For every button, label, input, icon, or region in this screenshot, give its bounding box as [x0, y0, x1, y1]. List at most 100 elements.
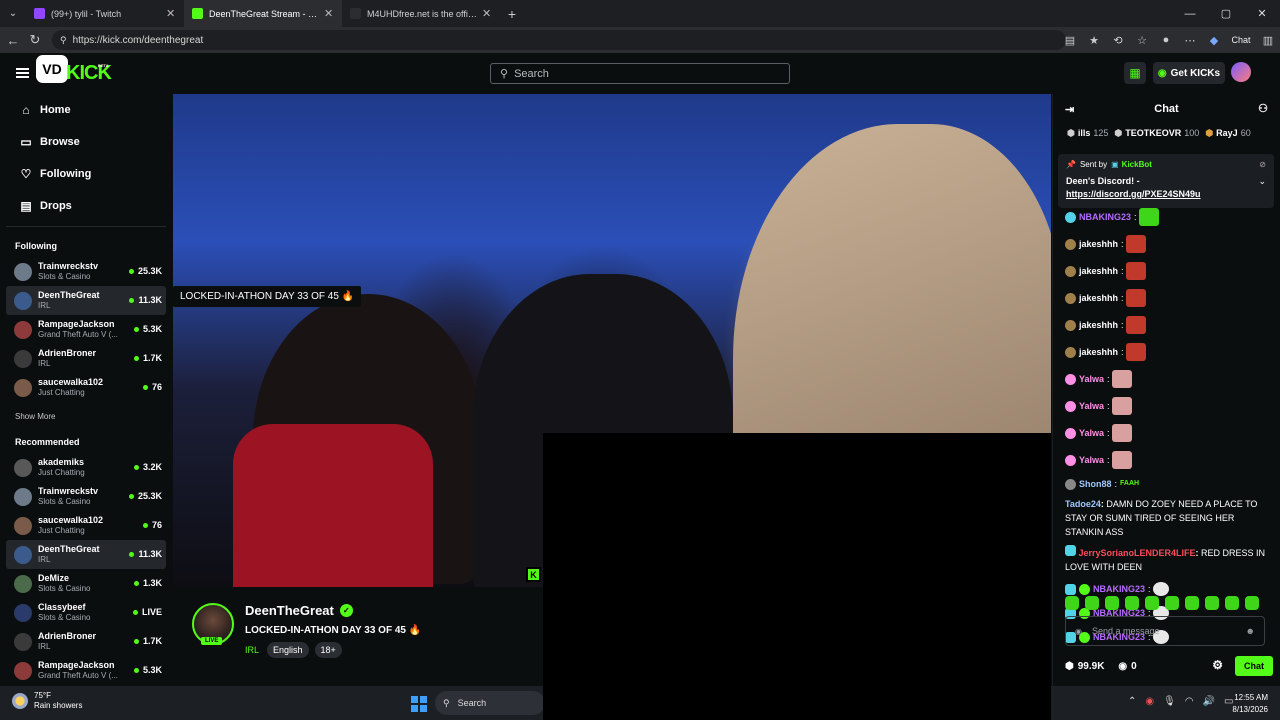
- chat-users-icon[interactable]: ⚇: [1258, 102, 1268, 115]
- recommended-heading: Recommended: [15, 437, 80, 447]
- nav-drops[interactable]: ▤ Drops: [0, 190, 172, 222]
- sidebar-channel[interactable]: akademiks Just Chatting 3.2K: [6, 453, 166, 482]
- quick-emote[interactable]: [1205, 596, 1219, 610]
- clock[interactable]: 12:55 AM 8/13/2026: [1232, 692, 1268, 716]
- favorite-star-icon[interactable]: ★: [1082, 34, 1106, 47]
- copilot-icon[interactable]: ◆: [1202, 34, 1226, 47]
- chat-username[interactable]: jakeshhh: [1079, 265, 1118, 277]
- sidebar-channel[interactable]: saucewalka102 Just Chatting 76: [6, 373, 166, 402]
- wifi-icon[interactable]: ◠: [1185, 696, 1194, 707]
- browser-tab[interactable]: M4UHDfree.net is the official home ✕: [342, 0, 500, 27]
- expand-pin-icon[interactable]: ⌄: [1258, 176, 1266, 187]
- store-icon[interactable]: ▦: [1124, 62, 1146, 84]
- points-value: 99.9K: [1077, 660, 1105, 672]
- chat-settings-icon[interactable]: ⚙: [1212, 658, 1223, 672]
- chat-username[interactable]: Yalwa: [1079, 427, 1104, 439]
- chat-emote: [1152, 582, 1169, 596]
- chat-username[interactable]: jakeshhh: [1079, 238, 1118, 250]
- chat-username[interactable]: Yalwa: [1079, 400, 1104, 412]
- sidebar-channel[interactable]: saucewalka102 Just Chatting 76: [6, 511, 166, 540]
- url-field[interactable]: ⚲ https://kick.com/deenthegreat: [52, 30, 1066, 50]
- chat-input[interactable]: ◉ Send a message ☻: [1065, 616, 1265, 646]
- new-tab-icon[interactable]: +: [500, 6, 524, 22]
- send-chat-button[interactable]: Chat: [1235, 656, 1273, 676]
- quick-emote[interactable]: [1125, 596, 1139, 610]
- quick-emote[interactable]: [1145, 596, 1159, 610]
- sidebar-channel[interactable]: DeenTheGreat IRL 11.3K: [6, 540, 166, 569]
- refresh-icon[interactable]: ↻: [24, 32, 46, 48]
- show-more-link[interactable]: Show More: [0, 402, 172, 425]
- close-window-icon[interactable]: ✕: [1244, 7, 1280, 20]
- nav-home[interactable]: ⌂ Home: [0, 94, 172, 126]
- streamer-name[interactable]: DeenTheGreat: [245, 603, 334, 618]
- nav-browse[interactable]: ▭ Browse: [0, 126, 172, 158]
- collections-icon[interactable]: ☆: [1130, 34, 1154, 47]
- minimize-icon[interactable]: —: [1172, 8, 1208, 20]
- menu-icon[interactable]: [16, 68, 29, 78]
- chat-username[interactable]: Yalwa: [1079, 454, 1104, 466]
- chat-username[interactable]: jakeshhh: [1079, 292, 1118, 304]
- reader-icon[interactable]: ▤: [1058, 34, 1082, 47]
- chat-username[interactable]: NBAKING23: [1093, 583, 1145, 595]
- channel-logo-badge[interactable]: VD: [36, 55, 68, 83]
- tag-mature[interactable]: 18+: [314, 642, 342, 658]
- sidebar-channel[interactable]: AdrienBroner IRL 1.7K: [6, 627, 166, 656]
- sidebar-channel[interactable]: Classybeef Slots & Casino LIVE: [6, 598, 166, 627]
- weather-widget[interactable]: 75°F Rain showers: [12, 691, 82, 711]
- sidebar-channel[interactable]: Trainwreckstv Slots & Casino 25.3K: [6, 257, 166, 286]
- quick-emote[interactable]: [1105, 596, 1119, 610]
- browser-tab[interactable]: (99+) tylil - Twitch ✕: [26, 0, 184, 27]
- sidebar-channel[interactable]: DeMize Slots & Casino 1.3K: [6, 569, 166, 598]
- collapse-chat-icon[interactable]: ⇥: [1065, 103, 1074, 116]
- chat-username[interactable]: jakeshhh: [1079, 346, 1118, 358]
- get-kicks-button[interactable]: ◉ Get KICKs: [1153, 62, 1225, 84]
- hide-pin-icon[interactable]: ⊘: [1259, 160, 1266, 169]
- pinned-message[interactable]: 📌 Sent by ▣ KickBot ⊘ Deen's Discord! - …: [1058, 154, 1274, 208]
- chat-username[interactable]: Yalwa: [1079, 373, 1104, 385]
- quick-emote[interactable]: [1245, 596, 1259, 610]
- profile-avatar[interactable]: ●: [1154, 34, 1178, 46]
- sidebar-channel[interactable]: RampageJackson Grand Theft Auto V (... 5.3…: [6, 656, 166, 685]
- quick-emote[interactable]: [1185, 596, 1199, 610]
- user-avatar[interactable]: [1231, 62, 1251, 82]
- emoji-icon[interactable]: ☻: [1246, 626, 1255, 636]
- microphone-icon[interactable]: 🎙: [1163, 696, 1176, 707]
- stream-category[interactable]: IRL: [245, 645, 259, 655]
- tray-app-icon[interactable]: ◉: [1145, 696, 1154, 707]
- maximize-icon[interactable]: ▢: [1208, 7, 1244, 20]
- sidebar-toggle-icon[interactable]: ▥: [1256, 34, 1280, 47]
- back-icon[interactable]: ←: [2, 33, 24, 48]
- close-tab-icon[interactable]: ✕: [166, 7, 176, 20]
- discord-link[interactable]: https://discord.gg/PXE24SN49u: [1066, 188, 1266, 201]
- tag-language[interactable]: English: [267, 642, 309, 658]
- sidebar-channel[interactable]: DeenTheGreat IRL 11.3K: [6, 286, 166, 315]
- site-info-icon[interactable]: ⚲: [60, 35, 67, 46]
- chat-username[interactable]: NBAKING23: [1079, 211, 1131, 223]
- nav-following[interactable]: ♡ Following: [0, 158, 172, 190]
- copilot-chat-label[interactable]: Chat: [1226, 35, 1256, 45]
- tab-list-icon[interactable]: ⌄: [0, 8, 26, 19]
- quick-emote[interactable]: [1225, 596, 1239, 610]
- close-tab-icon[interactable]: ✕: [482, 7, 492, 20]
- tray-chevron-icon[interactable]: ⌃: [1128, 696, 1136, 707]
- close-tab-icon[interactable]: ✕: [324, 7, 334, 20]
- extensions-icon[interactable]: ⟲: [1106, 34, 1130, 47]
- sidebar-channel[interactable]: AdrienBroner IRL 1.7K: [6, 344, 166, 373]
- chat-username[interactable]: JerrySorianoLENDER4LIFE: [1079, 548, 1196, 558]
- volume-icon[interactable]: 🔊: [1203, 696, 1215, 707]
- quick-emote[interactable]: [1065, 596, 1079, 610]
- more-icon[interactable]: ⋯: [1178, 34, 1202, 47]
- browser-tab[interactable]: DeenTheGreat Stream - Watch Live on Kick…: [184, 0, 342, 27]
- kicks-balance[interactable]: ◉ 0: [1118, 661, 1136, 672]
- chat-username[interactable]: Tadoe24: [1065, 499, 1101, 509]
- chat-username[interactable]: jakeshhh: [1079, 319, 1118, 331]
- channel-points[interactable]: ⬢ 99.9K: [1065, 661, 1104, 672]
- chat-username[interactable]: Shon88: [1079, 478, 1112, 490]
- taskbar-search[interactable]: ⚲ Search: [435, 691, 545, 715]
- sidebar-channel[interactable]: Trainwreckstv Slots & Casino 25.3K: [6, 482, 166, 511]
- start-button-icon[interactable]: [411, 696, 427, 712]
- quick-emote[interactable]: [1165, 596, 1179, 610]
- search-input[interactable]: ⚲ Search: [490, 63, 790, 84]
- quick-emote[interactable]: [1085, 596, 1099, 610]
- sidebar-channel[interactable]: RampageJackson Grand Theft Auto V (... 5.3…: [6, 315, 166, 344]
